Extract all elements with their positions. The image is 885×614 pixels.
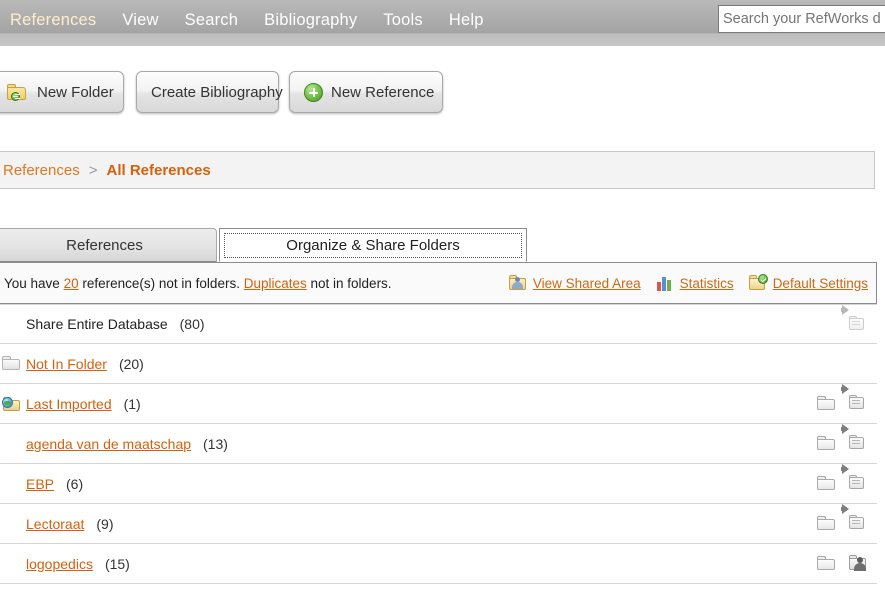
shared-folder-people-action[interactable] [849, 554, 871, 573]
table-row[interactable]: EBP (6) [0, 464, 877, 504]
tab-organize-share-folders-inner: Organize & Share Folders [224, 232, 522, 258]
new-reference-button-label: New Reference [331, 83, 435, 101]
row-actions [817, 384, 871, 413]
search-box[interactable] [718, 5, 885, 33]
table-row[interactable]: Not In Folder (20) [0, 344, 877, 384]
toolbar: New Folder Create Bibliography New Refer… [0, 46, 885, 142]
folder-count: (15) [104, 555, 130, 572]
breadcrumb: References > All References [0, 151, 875, 189]
shared-folder-icon [508, 275, 527, 291]
share-folder-action[interactable] [841, 384, 871, 413]
folder-name-link[interactable]: agenda van de maatschap [26, 436, 191, 452]
new-reference-button[interactable]: New Reference [289, 71, 443, 113]
create-bibliography-button-label: Create Bibliography [151, 83, 283, 101]
tab-organize-share-folders-label: Organize & Share Folders [286, 236, 460, 254]
view-shared-area-action[interactable]: View Shared Area [508, 275, 641, 291]
folder-options-action[interactable] [817, 474, 839, 493]
table-row[interactable]: agenda van de maatschap (13) [0, 424, 877, 464]
row-actions [817, 554, 871, 573]
create-bibliography-button[interactable]: Create Bibliography [136, 71, 283, 113]
tab-bar: References Organize & Share Folders [0, 228, 885, 262]
folder-count: (1) [123, 395, 141, 412]
menu-bar: References View Search Bibliography Tool… [0, 0, 885, 46]
breadcrumb-separator: > [88, 161, 98, 179]
summary-text-before: You have [4, 275, 60, 291]
duplicates-link[interactable]: Duplicates [244, 276, 307, 291]
folder-count: (80) [179, 316, 205, 332]
share-folder-action[interactable] [841, 504, 871, 533]
info-bar-actions: View Shared Area Statistics Default Sett… [508, 274, 868, 291]
not-in-folders-summary: You have 20 reference(s) not in folders.… [0, 276, 392, 291]
folder-name-link[interactable]: EBP [26, 476, 54, 492]
row-icon-cell [0, 356, 22, 371]
menu-item-list: References View Search Bibliography Tool… [0, 0, 497, 40]
folder-options-action[interactable] [817, 394, 839, 413]
folder-options-action[interactable] [817, 514, 839, 533]
new-folder-button-label: New Folder [37, 83, 114, 101]
tab-organize-share-folders[interactable]: Organize & Share Folders [219, 228, 527, 262]
default-settings-label: Default Settings [772, 275, 868, 291]
statistics-label: Statistics [679, 275, 734, 291]
folder-options-action[interactable] [817, 554, 839, 573]
table-row[interactable]: Share Entire Database (80) [0, 304, 877, 344]
globe-folder-icon [1, 396, 21, 412]
folder-count: (13) [203, 435, 228, 452]
folder-count: (6) [66, 475, 84, 492]
row-actions [841, 304, 871, 334]
gray-folder-icon [1, 356, 21, 371]
folder-name-link[interactable]: Last Imported [26, 396, 112, 412]
folder-count: (9) [96, 515, 114, 532]
menu-item-tools[interactable]: Tools [370, 0, 436, 40]
not-in-folders-count-link[interactable]: 20 [64, 276, 79, 291]
menu-item-help[interactable]: Help [436, 0, 497, 40]
breadcrumb-current: All References [106, 161, 211, 179]
row-icon-cell [0, 396, 22, 412]
breadcrumb-root-link[interactable]: References [3, 162, 80, 179]
view-shared-area-label: View Shared Area [532, 275, 641, 291]
row-actions [817, 424, 871, 453]
bar-chart-icon [656, 275, 674, 291]
tab-references[interactable]: References [0, 228, 217, 262]
table-row[interactable]: logopedics (15) [0, 544, 877, 584]
default-settings-action[interactable]: Default Settings [748, 274, 868, 291]
check-folder-icon [748, 274, 768, 291]
row-actions [817, 504, 871, 533]
table-row[interactable]: Last Imported (1) [0, 384, 877, 424]
menu-item-references[interactable]: References [0, 0, 109, 40]
plus-circle-icon [304, 82, 323, 102]
share-folder-action[interactable] [841, 424, 871, 453]
tab-references-label: References [66, 236, 143, 254]
share-folder-action[interactable] [841, 304, 871, 334]
folder-count: (20) [118, 355, 144, 372]
summary-text-after: not in folders. [310, 275, 392, 291]
search-input[interactable] [719, 6, 885, 32]
table-row[interactable]: Lectoraat (9) [0, 504, 877, 544]
folder-list: Share Entire Database (80) Not In Folder… [0, 304, 877, 584]
menu-item-bibliography[interactable]: Bibliography [251, 0, 370, 40]
row-actions [817, 464, 871, 493]
new-folder-icon [7, 83, 27, 101]
folder-name-link[interactable]: Not In Folder [26, 356, 107, 372]
folder-name-link[interactable]: Lectoraat [26, 516, 84, 532]
statistics-action[interactable]: Statistics [656, 275, 734, 291]
menu-item-view[interactable]: View [109, 0, 171, 40]
menu-item-search[interactable]: Search [172, 0, 251, 40]
summary-text-middle: reference(s) not in folders. [82, 275, 240, 291]
new-folder-button[interactable]: New Folder [0, 71, 124, 113]
share-folder-action[interactable] [841, 464, 871, 493]
info-bar: You have 20 reference(s) not in folders.… [0, 262, 877, 304]
folder-options-action[interactable] [817, 434, 839, 453]
folder-name-link[interactable]: logopedics [26, 556, 93, 572]
folder-name: Share Entire Database [26, 316, 168, 332]
